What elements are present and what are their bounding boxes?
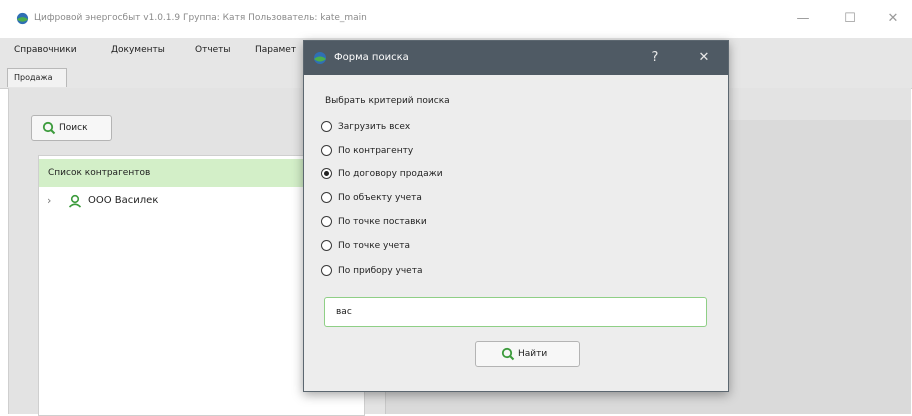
search-icon (501, 347, 515, 361)
radio-button[interactable] (321, 145, 332, 156)
radio-label: По прибору учета (338, 266, 423, 276)
radio-label: По контрагенту (338, 146, 414, 156)
search-button-label: Поиск (59, 123, 88, 133)
find-button[interactable]: Найти (475, 341, 580, 367)
radio-button[interactable] (321, 192, 332, 203)
menu-parameters[interactable]: Парамет (255, 45, 296, 55)
find-button-label: Найти (518, 349, 548, 359)
dialog-close-button[interactable]: ✕ (693, 48, 715, 68)
radio-label: По точке поставки (338, 217, 427, 227)
window-title: Цифровой энергосбыт v1.0.1.9 Группа: Кат… (34, 13, 367, 23)
radio-button[interactable] (321, 265, 332, 276)
help-button[interactable]: ? (644, 48, 666, 68)
radio-button[interactable] (321, 240, 332, 251)
radio-label: По договору продажи (338, 169, 443, 179)
search-button[interactable]: Поиск (31, 115, 112, 141)
radio-label: По точке учета (338, 241, 410, 251)
radio-button[interactable] (321, 121, 332, 132)
criteria-label: Выбрать критерий поиска (325, 96, 450, 106)
expand-chevron-icon[interactable]: › (47, 192, 51, 210)
search-input[interactable] (324, 297, 707, 327)
dialog-titlebar: Форма поиска ? ✕ (304, 41, 728, 75)
radio-button-checked[interactable] (321, 168, 332, 179)
minimize-button[interactable]: — (783, 7, 823, 31)
close-button[interactable]: ✕ (873, 7, 912, 31)
menu-documents[interactable]: Документы (111, 45, 165, 55)
person-icon (68, 194, 82, 208)
search-icon (42, 121, 56, 135)
radio-label: Загрузить всех (338, 122, 411, 132)
dialog-title: Форма поиска (334, 52, 409, 63)
app-logo-icon (314, 52, 326, 64)
tree-item-label: ООО Василек (88, 195, 159, 206)
tab-sales[interactable]: Продажа (7, 68, 67, 87)
window-titlebar: Цифровой энергосбыт v1.0.1.9 Группа: Кат… (0, 0, 912, 36)
search-dialog: Форма поиска ? ✕ Выбрать критерий поиска… (303, 40, 729, 392)
maximize-button[interactable]: ☐ (830, 7, 870, 31)
radio-button[interactable] (321, 216, 332, 227)
app-logo-icon (16, 12, 29, 25)
menu-reports[interactable]: Отчеты (195, 45, 231, 55)
menu-reference-books[interactable]: Справочники (14, 45, 77, 55)
radio-label: По объекту учета (338, 193, 422, 203)
